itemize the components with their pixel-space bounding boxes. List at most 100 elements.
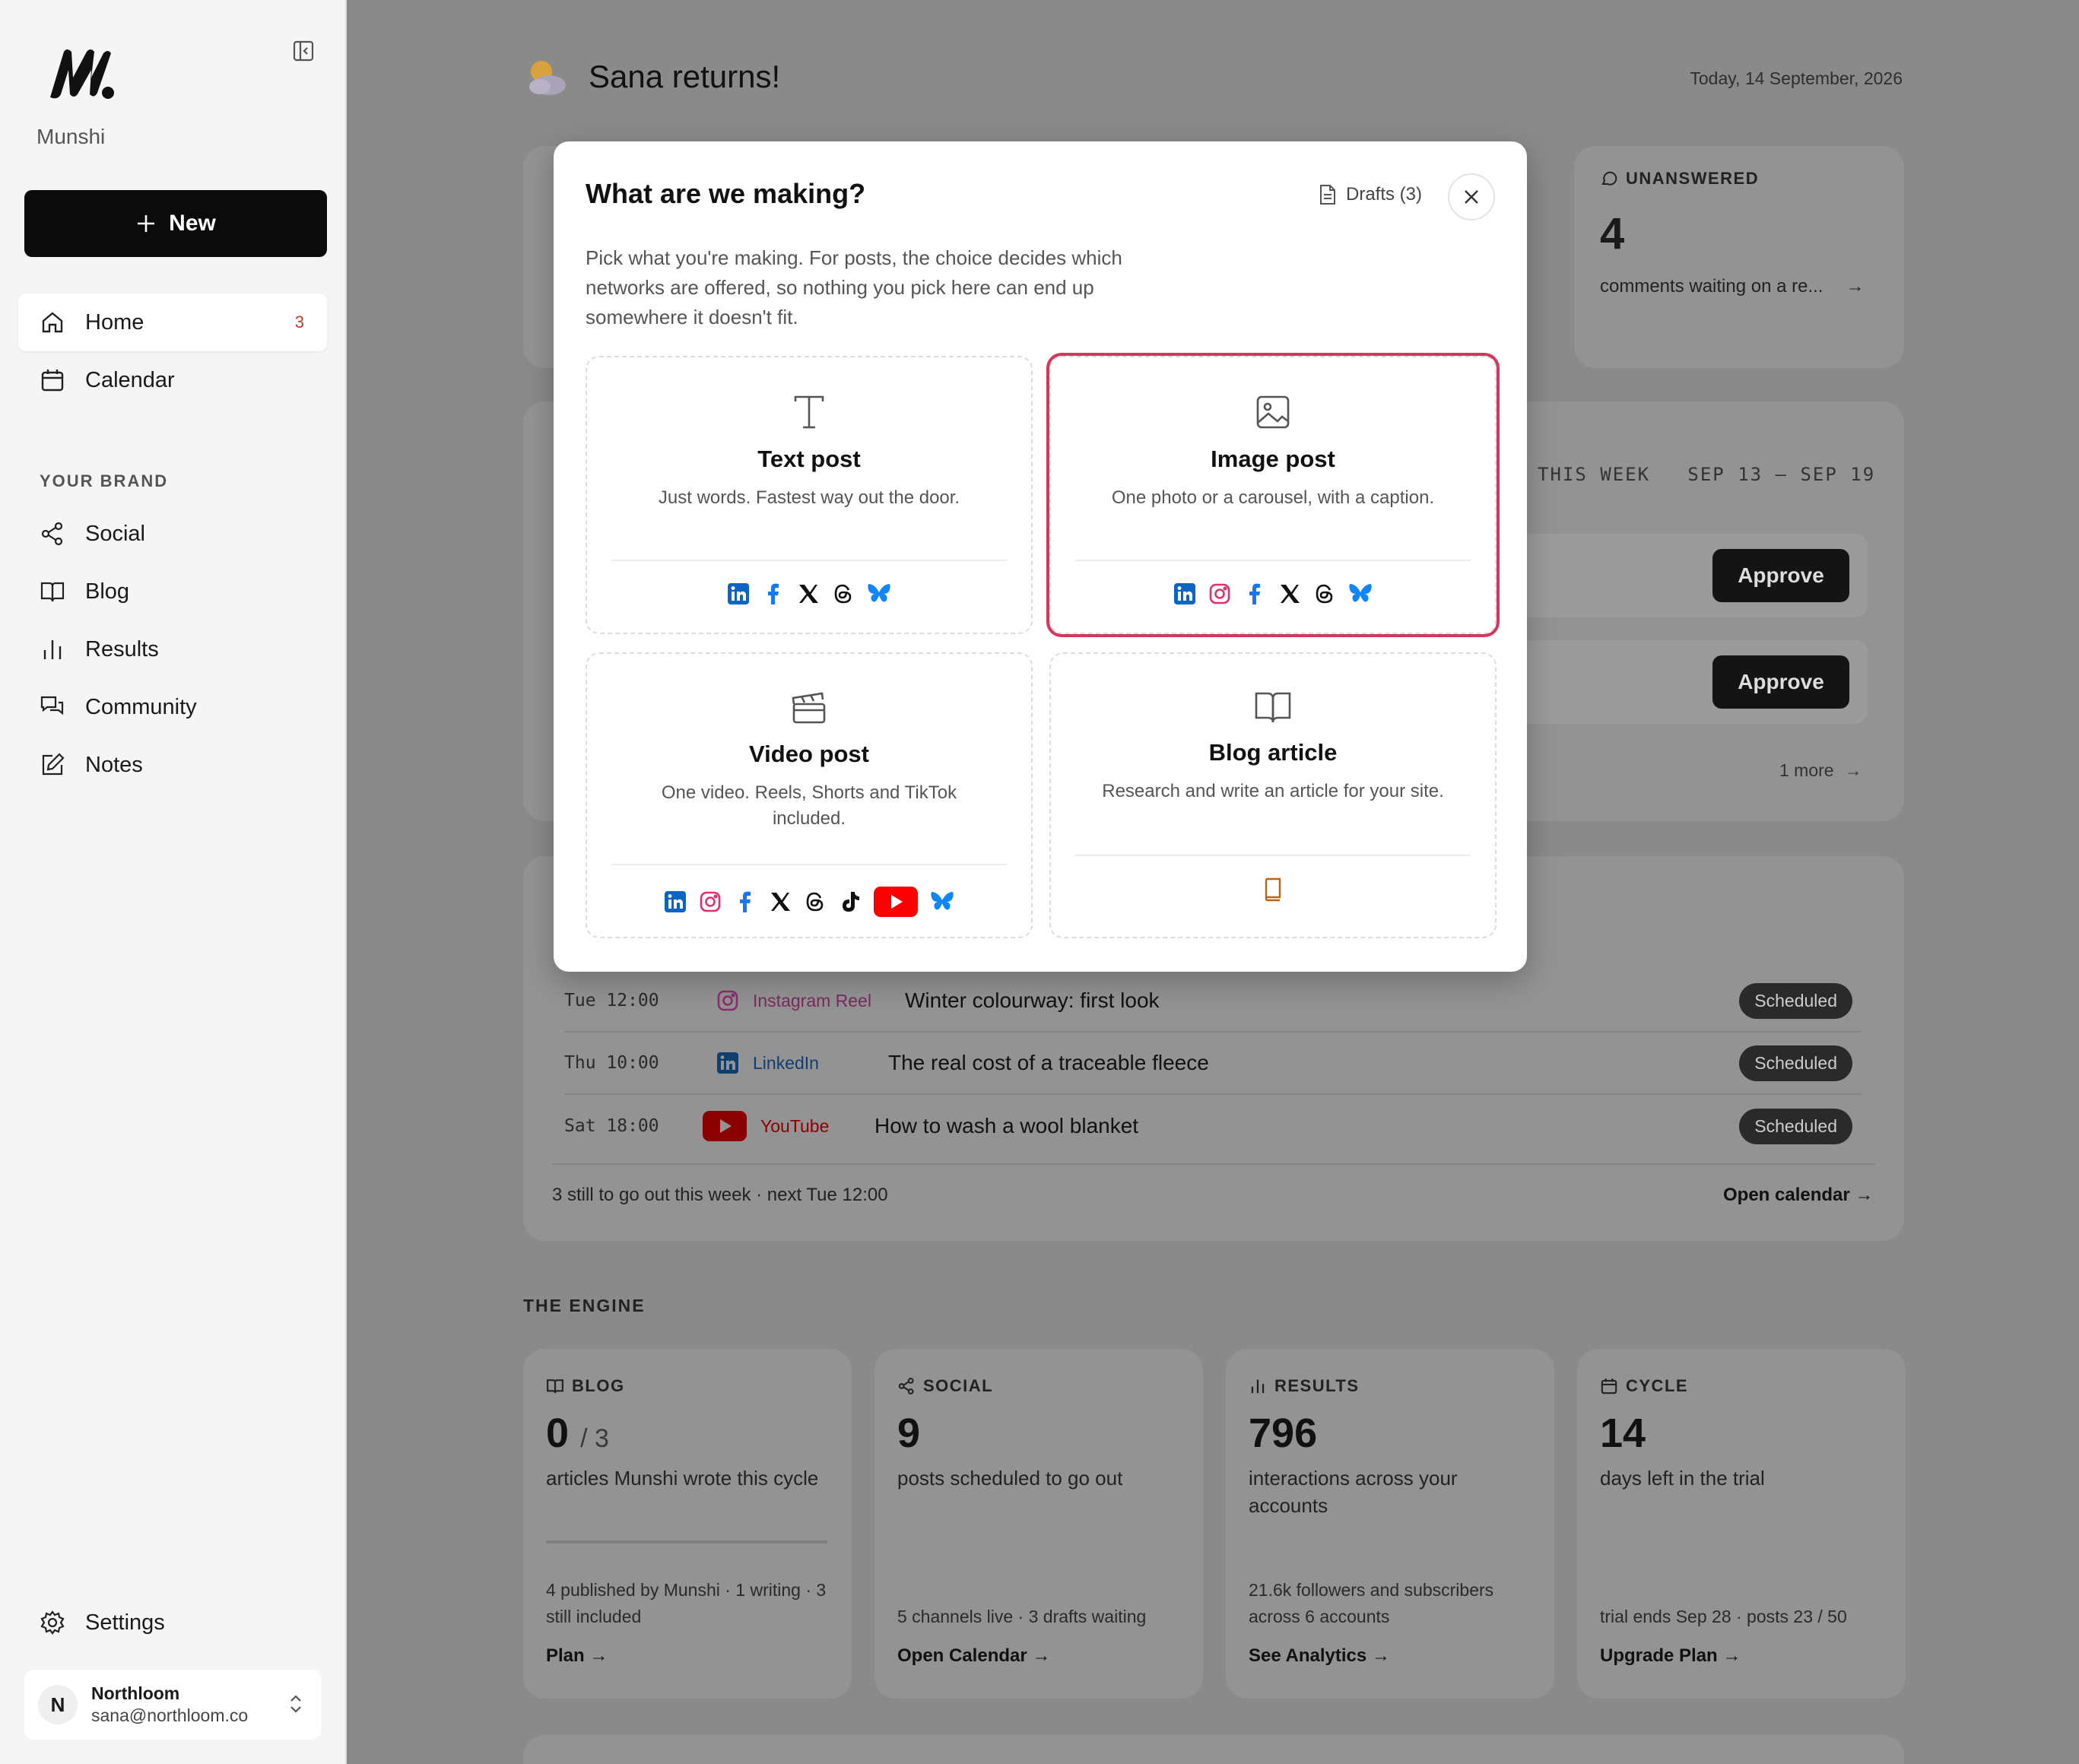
schedule-network-label: Instagram Reel	[753, 990, 871, 1010]
engine-card-desc: articles Munshi wrote this cycle	[546, 1467, 819, 1490]
facebook-icon	[768, 583, 779, 604]
new-button-label: New	[169, 211, 216, 236]
nav-item-social[interactable]: Social	[18, 505, 327, 563]
unanswered-count: 4	[1600, 209, 1625, 259]
engine-card-desc: interactions across your accounts	[1249, 1467, 1458, 1517]
drafts-label: Drafts (3)	[1346, 184, 1423, 205]
week-label-text: THIS WEEK	[1538, 464, 1651, 485]
nav-item-community[interactable]: Community	[18, 678, 327, 736]
status-badge: Scheduled	[1739, 982, 1852, 1019]
engine-card-value: 14	[1600, 1410, 1646, 1456]
bluesky-icon	[1349, 584, 1372, 602]
create-modal: What are we making? Drafts (3) Pick what…	[554, 141, 1527, 972]
table-row[interactable]: Tue 12:00 Instagram Reel Winter colourwa…	[564, 970, 1862, 1033]
nav-label-notes: Notes	[85, 752, 143, 777]
sidebar: Munshi New Home 3 Calendar YOUR BRAND So…	[0, 0, 347, 1764]
nav-item-calendar[interactable]: Calendar	[18, 351, 327, 409]
option-text-post[interactable]: Text post Just words. Fastest way out th…	[586, 356, 1033, 634]
instagram-icon	[1209, 583, 1230, 604]
avatar: N	[38, 1685, 78, 1724]
new-button[interactable]: New	[24, 190, 327, 257]
nav-item-notes[interactable]: Notes	[18, 736, 327, 794]
x-icon	[1281, 585, 1300, 603]
book-icon	[40, 582, 65, 602]
greeting: Sana returns!	[523, 56, 780, 97]
engine-card-value: 0	[546, 1410, 570, 1456]
nav-label-calendar: Calendar	[85, 367, 175, 392]
instagram-icon	[700, 891, 721, 912]
engine-card-value: 796	[1249, 1410, 1318, 1456]
modal-title: What are we making?	[586, 178, 866, 209]
today-date: Today, 14 September, 2026	[1690, 68, 1903, 88]
option-image-post[interactable]: Image post One photo or a carousel, with…	[1049, 356, 1497, 634]
bar-chart-icon	[1251, 1379, 1265, 1394]
nav-label-social: Social	[85, 521, 145, 546]
schedule-network-label: LinkedIn	[753, 1052, 819, 1073]
engine-card-results[interactable]: RESULTS 796 interactions across your acc…	[1226, 1349, 1554, 1699]
more-link[interactable]: 1 more →	[1779, 760, 1862, 781]
arrow-right-icon[interactable]: →	[1846, 276, 1864, 297]
threads-icon	[1316, 584, 1333, 604]
engine-card-blog[interactable]: BLOG 0 / 3 articles Munshi wrote this cy…	[523, 1349, 852, 1699]
tiktok-icon	[843, 892, 859, 912]
nav-item-settings[interactable]: Settings	[18, 1594, 327, 1651]
unanswered-stat: UNANSWERED 4 comments waiting on a re...…	[1600, 169, 1864, 297]
bottom-card	[523, 1735, 1904, 1764]
account-switcher[interactable]: N Northloom sana@northloom.co	[24, 1670, 321, 1740]
modal-description: Pick what you're making. For posts, the …	[586, 246, 1122, 328]
home-icon	[42, 312, 63, 333]
threads-icon	[834, 584, 852, 604]
engine-card-social[interactable]: SOCIAL 9 posts scheduled to go out 5 cha…	[874, 1349, 1203, 1699]
collapse-sidebar-icon[interactable]	[292, 40, 315, 62]
engine-card-foot: 5 channels live · 3 drafts waiting	[897, 1607, 1147, 1626]
more-link-label: 1 more	[1779, 760, 1834, 780]
engine-card-link[interactable]: See Analytics →	[1249, 1645, 1390, 1667]
divider	[552, 1163, 1875, 1165]
engine-card-link[interactable]: Upgrade Plan →	[1600, 1645, 1741, 1667]
nav-item-results[interactable]: Results	[18, 620, 327, 678]
divider	[1075, 560, 1471, 561]
sun-behind-cloud-icon	[529, 61, 566, 95]
close-button[interactable]	[1448, 173, 1495, 220]
engine-section-label: THE ENGINE	[523, 1296, 646, 1315]
drafts-button[interactable]: Drafts (3)	[1319, 184, 1422, 205]
linkedin-icon	[1174, 583, 1195, 604]
nav-item-home[interactable]: Home 3	[18, 293, 327, 351]
nav-item-blog[interactable]: Blog	[18, 563, 327, 620]
engine-card-foot: 21.6k followers and subscribers across 6…	[1249, 1580, 1494, 1626]
engine-card-cycle[interactable]: CYCLE 14 days left in the trial trial en…	[1577, 1349, 1906, 1699]
schedule-title: Winter colourway: first look	[905, 988, 1160, 1012]
option-title: Text post	[757, 446, 861, 472]
brand-name: Munshi	[37, 125, 106, 148]
schedule-footer: 3 still to go out this week · next Tue 1…	[552, 1185, 888, 1205]
week-label: THIS WEEK SEP 13 – SEP 19	[1538, 464, 1875, 485]
divider	[611, 560, 1007, 561]
approve-button[interactable]: Approve	[1712, 549, 1849, 602]
option-description: One photo or a carousel, with a caption.	[1111, 487, 1435, 508]
engine-card-link[interactable]: Open Calendar →	[897, 1645, 1050, 1667]
engine-card-link[interactable]: Plan →	[546, 1645, 608, 1667]
unanswered-sub: comments waiting on a re...	[1600, 276, 1823, 297]
nav-label-home: Home	[85, 309, 144, 335]
clapperboard-icon	[792, 692, 826, 724]
approve-button[interactable]: Approve	[1712, 655, 1849, 709]
status-badge: Scheduled	[1739, 1045, 1852, 1081]
option-description: Just words. Fastest way out the door.	[658, 487, 960, 508]
option-video-post[interactable]: Video post One video. Reels, Shorts and …	[586, 652, 1033, 938]
table-row[interactable]: Sat 18:00 YouTube How to wash a wool bla…	[564, 1095, 1862, 1157]
share-icon	[41, 522, 63, 546]
engine-card-label: CYCLE	[1626, 1376, 1689, 1395]
option-title: Blog article	[1208, 739, 1338, 766]
schedule-time: Thu 10:00	[564, 1053, 659, 1073]
option-blog-article[interactable]: Blog article Research and write an artic…	[1049, 652, 1497, 938]
youtube-icon	[874, 887, 918, 917]
youtube-icon	[703, 1111, 747, 1141]
munshi-logo-icon[interactable]	[47, 47, 117, 100]
image-icon	[1256, 395, 1290, 429]
engine-card-label: RESULTS	[1274, 1376, 1360, 1395]
chevron-up-down-icon	[290, 1695, 301, 1713]
nav-label-blog: Blog	[85, 579, 130, 604]
open-calendar-link[interactable]: Open calendar →	[1723, 1185, 1873, 1206]
table-row[interactable]: Thu 10:00 LinkedIn The real cost of a tr…	[564, 1033, 1862, 1095]
network-icons	[587, 582, 1031, 605]
